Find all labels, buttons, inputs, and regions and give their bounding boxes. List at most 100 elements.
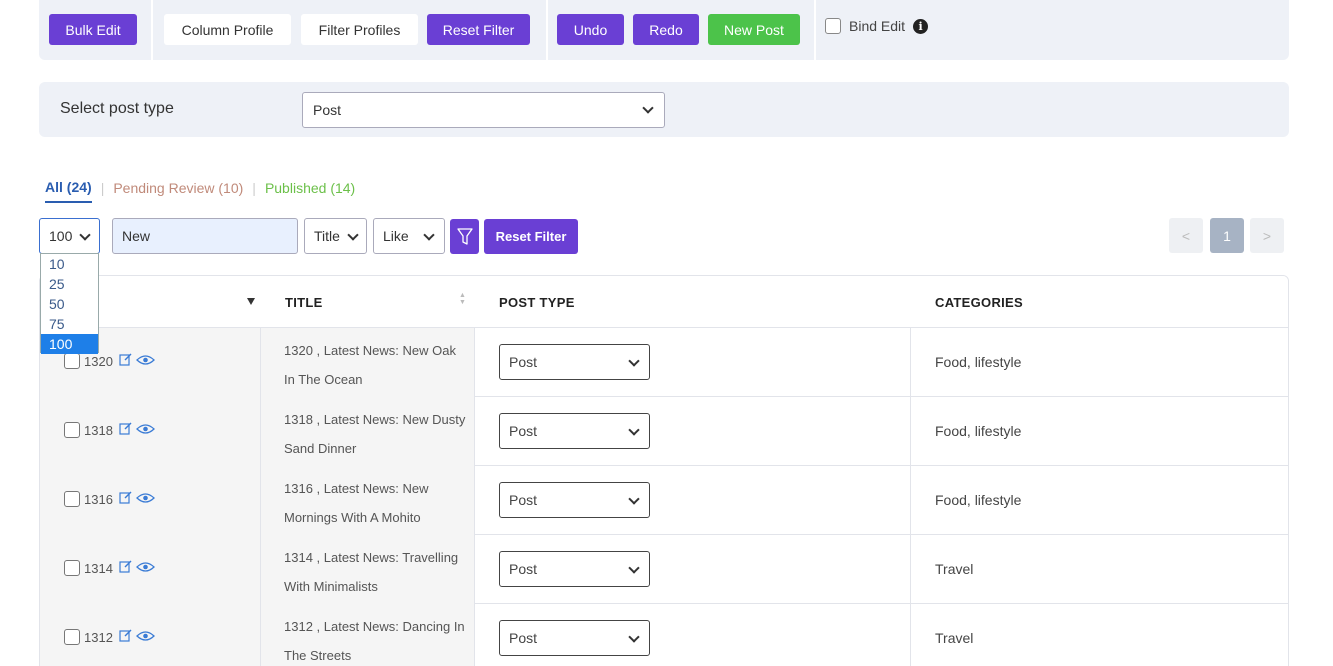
tab-divider: | — [100, 180, 105, 196]
eye-icon[interactable] — [136, 354, 155, 366]
filter-operator-select[interactable]: Like — [373, 218, 445, 254]
row-id: 1312 — [84, 630, 113, 645]
row-post-type-select[interactable]: Post — [499, 413, 650, 449]
cell-post-type: Post — [475, 535, 911, 604]
row-checkbox[interactable] — [64, 491, 80, 507]
post-type-select[interactable]: Post — [302, 92, 665, 128]
cell-id: 1314 — [40, 535, 261, 604]
tab-pending-review[interactable]: Pending Review (10) — [113, 180, 243, 202]
edit-icon[interactable] — [119, 560, 132, 573]
column-profile-button[interactable]: Column Profile — [164, 14, 291, 45]
table-row: 1318 1318 , Latest News: New Dusty Sand … — [40, 397, 1288, 466]
chevron-down-icon — [347, 229, 359, 241]
table-row: 1312 1312 , Latest News: Dancing In The … — [40, 604, 1288, 666]
cell-categories: Travel — [911, 604, 1288, 666]
per-page-option[interactable]: 75 — [41, 314, 98, 334]
row-post-type-select[interactable]: Post — [499, 482, 650, 518]
pagination-page-1[interactable]: 1 — [1210, 218, 1244, 253]
sort-icon[interactable]: ▲ ▼ — [459, 292, 466, 306]
column-header-categories[interactable]: CATEGORIES — [935, 295, 1023, 310]
eye-icon[interactable] — [136, 561, 155, 573]
row-title[interactable]: 1316 , Latest News: New Mornings With A … — [284, 474, 469, 532]
toolbar-separator — [814, 0, 816, 60]
funnel-icon — [456, 227, 473, 245]
pagination-prev[interactable]: < — [1169, 218, 1203, 253]
row-categories[interactable]: Food, lifestyle — [935, 354, 1021, 370]
bulk-edit-button[interactable]: Bulk Edit — [49, 14, 137, 45]
bind-edit-checkbox[interactable] — [825, 18, 841, 34]
search-input[interactable] — [112, 218, 298, 254]
tab-all[interactable]: All (24) — [45, 179, 92, 203]
column-header-post-type[interactable]: POST TYPE — [499, 295, 575, 310]
filter-profiles-button[interactable]: Filter Profiles — [301, 14, 418, 45]
row-title[interactable]: 1312 , Latest News: Dancing In The Stree… — [284, 612, 469, 666]
row-categories[interactable]: Travel — [935, 561, 973, 577]
row-categories[interactable]: Food, lifestyle — [935, 423, 1021, 439]
bind-edit-control: Bind Edit i — [825, 18, 929, 34]
eye-icon[interactable] — [136, 423, 155, 435]
row-categories[interactable]: Travel — [935, 630, 973, 646]
new-post-button[interactable]: New Post — [708, 14, 800, 45]
per-page-option[interactable]: 10 — [41, 254, 98, 274]
toolbar-separator — [546, 0, 548, 60]
row-checkbox[interactable] — [64, 629, 80, 645]
chevron-down-icon — [79, 229, 91, 241]
cell-categories: Food, lifestyle — [911, 397, 1288, 466]
row-post-type-select[interactable]: Post — [499, 551, 650, 587]
eye-icon[interactable] — [136, 492, 155, 504]
row-id: 1320 — [84, 354, 113, 369]
cell-categories: Food, lifestyle — [911, 466, 1288, 535]
cell-title: 1318 , Latest News: New Dusty Sand Dinne… — [261, 397, 475, 466]
cell-title: 1312 , Latest News: Dancing In The Stree… — [261, 604, 475, 666]
row-id: 1318 — [84, 423, 113, 438]
row-id: 1316 — [84, 492, 113, 507]
toolbar-separator — [151, 0, 153, 60]
row-title[interactable]: 1314 , Latest News: Travelling With Mini… — [284, 543, 469, 601]
per-page-option[interactable]: 100 — [41, 334, 98, 354]
undo-button[interactable]: Undo — [557, 14, 624, 45]
row-checkbox[interactable] — [64, 560, 80, 576]
row-post-type-value: Post — [509, 561, 538, 577]
apply-filter-button[interactable] — [450, 219, 479, 254]
cell-id: 1312 — [40, 604, 261, 666]
sort-desc-icon[interactable] — [247, 298, 255, 305]
per-page-value: 100 — [49, 228, 73, 244]
chevron-down-icon — [628, 355, 640, 367]
edit-icon[interactable] — [119, 353, 132, 366]
cell-id: 1316 — [40, 466, 261, 535]
chevron-down-icon — [628, 424, 640, 436]
edit-icon[interactable] — [119, 491, 132, 504]
per-page-select[interactable]: 100 — [39, 218, 100, 254]
pagination-next[interactable]: > — [1250, 218, 1284, 253]
edit-icon[interactable] — [119, 629, 132, 642]
cell-post-type: Post — [475, 328, 911, 397]
column-header-title[interactable]: TITLE — [285, 295, 323, 310]
tab-published[interactable]: Published (14) — [265, 180, 355, 202]
row-title[interactable]: 1318 , Latest News: New Dusty Sand Dinne… — [284, 405, 469, 463]
row-post-type-select[interactable]: Post — [499, 344, 650, 380]
row-title[interactable]: 1320 , Latest News: New Oak In The Ocean — [284, 336, 469, 394]
row-checkbox[interactable] — [64, 353, 80, 369]
chevron-down-icon — [423, 229, 435, 241]
table-row: 1316 1316 , Latest News: New Mornings Wi… — [40, 466, 1288, 535]
row-id: 1314 — [84, 561, 113, 576]
eye-icon[interactable] — [136, 630, 155, 642]
redo-button[interactable]: Redo — [633, 14, 699, 45]
row-post-type-value: Post — [509, 354, 538, 370]
edit-icon[interactable] — [119, 422, 132, 435]
row-categories[interactable]: Food, lifestyle — [935, 492, 1021, 508]
per-page-option[interactable]: 25 — [41, 274, 98, 294]
per-page-option[interactable]: 50 — [41, 294, 98, 314]
post-type-label: Select post type — [60, 100, 174, 117]
info-icon[interactable]: i — [913, 18, 929, 34]
chevron-down-icon — [642, 102, 654, 114]
reset-filter-button[interactable]: Reset Filter — [427, 14, 530, 45]
status-tabs: All (24) | Pending Review (10) | Publish… — [45, 179, 355, 203]
cell-title: 1320 , Latest News: New Oak In The Ocean — [261, 328, 475, 397]
filter-field-select[interactable]: Title — [304, 218, 367, 254]
bind-edit-label: Bind Edit — [849, 18, 906, 34]
row-post-type-select[interactable]: Post — [499, 620, 650, 656]
cell-post-type: Post — [475, 604, 911, 666]
reset-filter-inline-button[interactable]: Reset Filter — [484, 219, 578, 254]
row-checkbox[interactable] — [64, 422, 80, 438]
